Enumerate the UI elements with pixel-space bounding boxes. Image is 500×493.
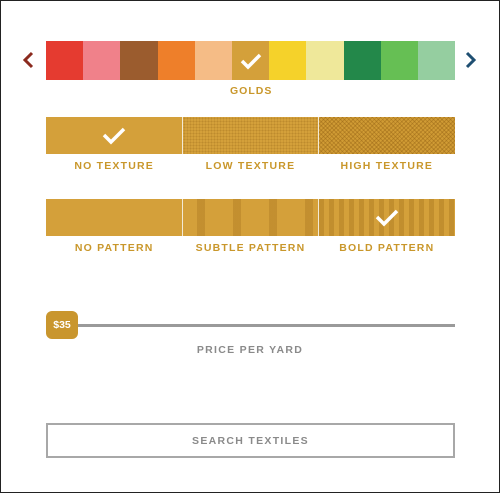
texture-option-label: HIGH TEXTURE xyxy=(340,160,434,172)
pattern-option-label: BOLD PATTERN xyxy=(339,242,435,254)
color-swatch[interactable] xyxy=(120,41,158,80)
pattern-options xyxy=(46,199,456,236)
color-swatch[interactable] xyxy=(306,41,344,80)
price-slider-track[interactable] xyxy=(60,324,455,327)
pattern-option-none[interactable] xyxy=(46,199,182,236)
color-swatch[interactable] xyxy=(343,41,381,80)
pattern-option-label: SUBTLE PATTERN xyxy=(195,242,306,254)
pattern-option-subtle[interactable] xyxy=(181,199,319,236)
price-slider-label: PRICE PER YARD xyxy=(196,344,304,356)
texture-option-low[interactable] xyxy=(181,117,319,154)
next-color-button[interactable] xyxy=(460,46,482,74)
checkmark-icon xyxy=(375,209,399,227)
color-swatch[interactable] xyxy=(194,41,232,80)
search-textiles-button[interactable]: SEARCH TEXTILES xyxy=(46,423,455,458)
selected-color-label: GOLDS xyxy=(230,85,273,97)
texture-option-high[interactable] xyxy=(318,117,456,154)
checkmark-icon xyxy=(102,127,126,145)
color-swatch[interactable] xyxy=(269,41,307,80)
color-swatch[interactable] xyxy=(380,41,418,80)
texture-option-label: LOW TEXTURE xyxy=(205,160,296,172)
color-swatch[interactable] xyxy=(417,41,456,80)
color-swatch[interactable] xyxy=(231,41,270,80)
color-swatch[interactable] xyxy=(46,41,84,80)
texture-options xyxy=(46,117,456,154)
pattern-option-bold[interactable] xyxy=(318,199,456,236)
texture-labels: NO TEXTURE LOW TEXTURE HIGH TEXTURE xyxy=(46,160,455,172)
color-swatch[interactable] xyxy=(83,41,121,80)
color-swatch[interactable] xyxy=(157,41,195,80)
pattern-option-label: NO PATTERN xyxy=(74,242,154,254)
texture-option-label: NO TEXTURE xyxy=(74,160,154,172)
previous-color-button[interactable] xyxy=(17,46,39,74)
chevron-right-icon xyxy=(465,51,477,69)
price-slider-thumb[interactable]: $35 xyxy=(46,311,78,339)
pattern-labels: NO PATTERN SUBTLE PATTERN BOLD PATTERN xyxy=(46,242,455,254)
checkmark-icon xyxy=(240,53,261,69)
chevron-left-icon xyxy=(22,51,34,69)
texture-option-none[interactable] xyxy=(46,117,182,154)
color-swatch-row xyxy=(46,41,456,80)
